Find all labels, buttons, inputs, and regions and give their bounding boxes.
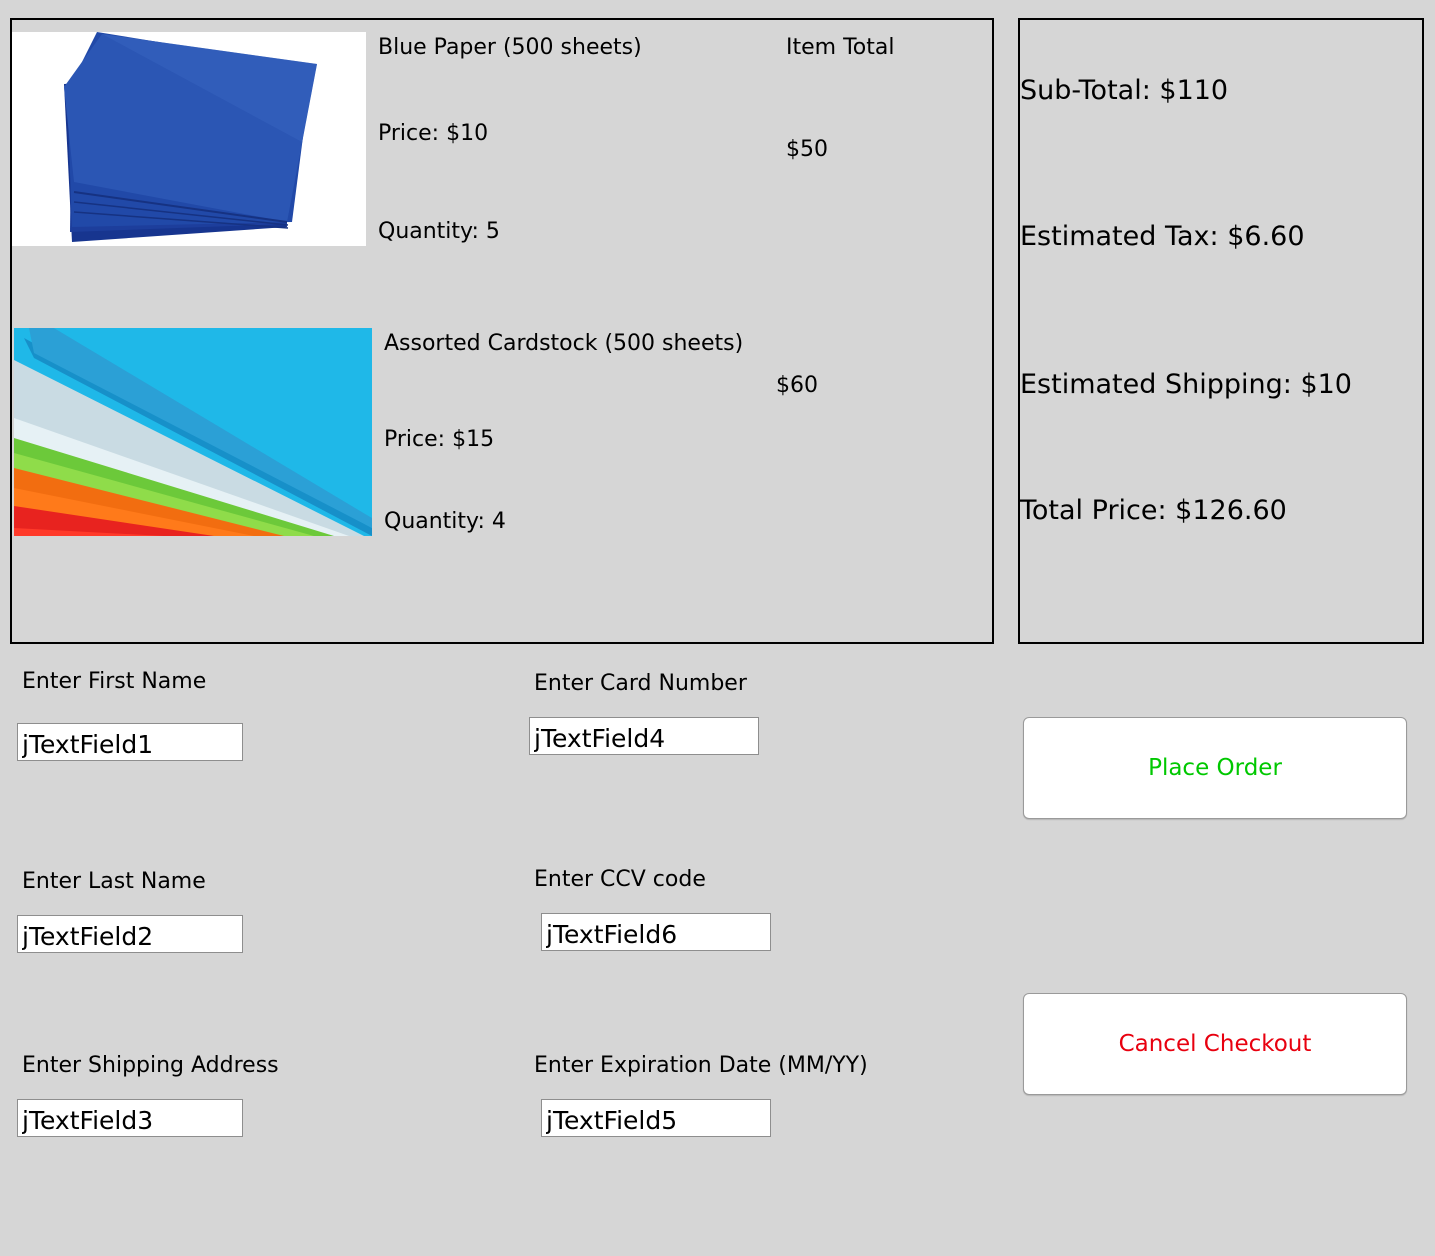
subtotal-text: Sub-Total: $110 bbox=[1020, 75, 1229, 106]
card-number-label: Enter Card Number bbox=[534, 671, 747, 696]
estimated-shipping-text: Estimated Shipping: $10 bbox=[1020, 369, 1352, 400]
item-1-price: Price: $10 bbox=[378, 121, 489, 146]
card-number-field[interactable] bbox=[529, 717, 759, 755]
item-1-quantity: Quantity: 5 bbox=[378, 219, 500, 244]
cancel-checkout-button[interactable]: Cancel Checkout bbox=[1023, 993, 1407, 1095]
item-2-name: Assorted Cardstock (500 sheets) bbox=[384, 331, 744, 356]
item-2-price: Price: $15 bbox=[384, 427, 495, 452]
first-name-field[interactable] bbox=[17, 723, 243, 761]
first-name-label: Enter First Name bbox=[22, 669, 207, 694]
estimated-tax-text: Estimated Tax: $6.60 bbox=[1020, 221, 1305, 252]
order-summary-panel bbox=[1018, 18, 1424, 644]
item-2-quantity: Quantity: 4 bbox=[384, 509, 506, 534]
blue-paper-image bbox=[12, 32, 366, 246]
last-name-field[interactable] bbox=[17, 915, 243, 953]
last-name-label: Enter Last Name bbox=[22, 869, 206, 894]
expiration-date-label: Enter Expiration Date (MM/YY) bbox=[534, 1053, 868, 1078]
expiration-date-field[interactable] bbox=[541, 1099, 771, 1137]
item-1-name: Blue Paper (500 sheets) bbox=[378, 35, 642, 60]
ccv-field[interactable] bbox=[541, 913, 771, 951]
shipping-address-field[interactable] bbox=[17, 1099, 243, 1137]
place-order-button[interactable]: Place Order bbox=[1023, 717, 1407, 819]
total-price-text: Total Price: $126.60 bbox=[1020, 495, 1287, 526]
cardstock-image bbox=[14, 328, 372, 536]
item-1-total: $50 bbox=[786, 137, 828, 162]
shipping-address-label: Enter Shipping Address bbox=[22, 1053, 279, 1078]
item-2-total: $60 bbox=[776, 373, 818, 398]
ccv-label: Enter CCV code bbox=[534, 867, 706, 892]
item-total-header: Item Total bbox=[786, 35, 895, 60]
